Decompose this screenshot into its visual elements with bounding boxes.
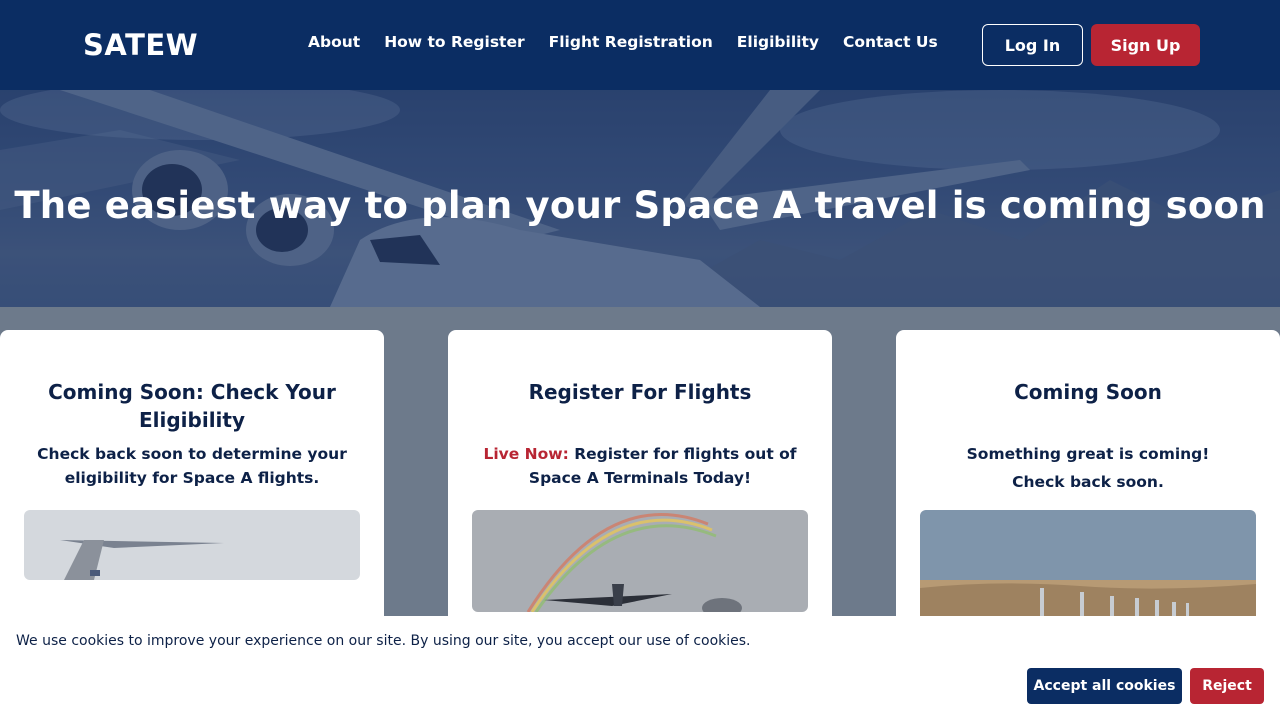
card-description-text: Register for flights out of Space A Term… [528, 445, 797, 487]
eligibility-card: Coming Soon: Check Your Eligibility Chec… [0, 330, 384, 630]
nav-contact-us[interactable]: Contact Us [831, 33, 950, 51]
site-logo[interactable]: SATEW [83, 28, 198, 62]
card-line-1: Something great is coming! [966, 445, 1210, 463]
nav-about[interactable]: About [296, 33, 372, 51]
coming-soon-card: Coming Soon Something great is coming! C… [896, 330, 1280, 630]
register-flights-card: Register For Flights Live Now: Register … [448, 330, 832, 630]
site-header: SATEW About How to Register Flight Regis… [0, 0, 1280, 90]
card-title: Coming Soon: Check Your Eligibility [48, 380, 336, 432]
login-button[interactable]: Log In [982, 24, 1083, 66]
card-description: Live Now: Register for flights out of Sp… [472, 442, 808, 490]
card-title: Register For Flights [528, 380, 752, 404]
card-image-aircraft-tail [24, 510, 360, 580]
live-now-label: Live Now: [483, 445, 569, 463]
card-image-aircraft-rainbow [472, 510, 808, 612]
cookie-banner: We use cookies to improve your experienc… [0, 616, 1280, 720]
hero-banner: The easiest way to plan your Space A tra… [0, 90, 1280, 307]
card-description: Check back soon to determine your eligib… [37, 445, 347, 487]
nav-flight-registration[interactable]: Flight Registration [537, 33, 725, 51]
nav-eligibility[interactable]: Eligibility [725, 33, 831, 51]
cookie-message: We use cookies to improve your experienc… [16, 633, 751, 649]
nav-how-to-register[interactable]: How to Register [372, 33, 536, 51]
hero-title: The easiest way to plan your Space A tra… [14, 184, 1266, 227]
card-line-2: Check back soon. [1012, 473, 1164, 491]
main-nav: About How to Register Flight Registratio… [296, 33, 950, 51]
card-image-aircraft-lineup [920, 510, 1256, 630]
card-title: Coming Soon [1014, 380, 1162, 404]
reject-cookies-button[interactable]: Reject [1190, 668, 1264, 704]
signup-button[interactable]: Sign Up [1091, 24, 1200, 66]
accept-cookies-button[interactable]: Accept all cookies [1027, 668, 1182, 704]
